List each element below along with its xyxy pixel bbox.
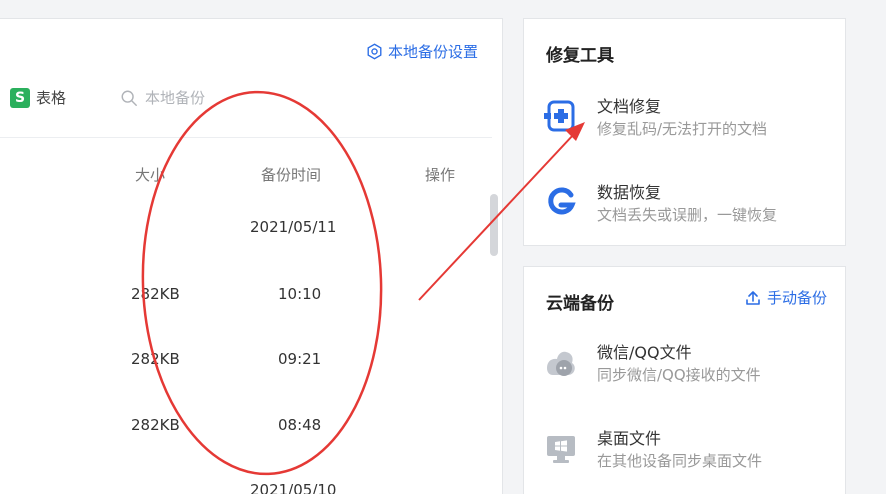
- local-backup-panel: 本地备份设置 S 表格 本地备份 大小 备份时间 操作 2021/05/11 2…: [0, 18, 503, 494]
- row-size: 282KB: [131, 416, 180, 434]
- row-time: 10:10: [278, 285, 322, 303]
- column-header-size: 大小: [135, 166, 166, 184]
- repair-tools-card: 修复工具 文档修复 修复乱码/无法打开的文档 数据恢复 文档丢失或误删，一键恢复: [523, 18, 846, 246]
- data-recovery-item[interactable]: 数据恢复 文档丢失或误删，一键恢复: [544, 179, 834, 233]
- row-time: 09:21: [278, 350, 322, 368]
- repair-tools-title: 修复工具: [546, 46, 614, 66]
- cloud-backup-title: 云端备份: [546, 294, 614, 314]
- data-recovery-title: 数据恢复: [597, 183, 662, 202]
- filter-row: S 表格 本地备份: [0, 87, 502, 115]
- search-input[interactable]: 本地备份: [120, 87, 205, 108]
- column-header-time: 备份时间: [261, 166, 322, 184]
- settings-icon: [367, 43, 382, 60]
- date-group-label: 2021/05/11: [250, 218, 337, 236]
- scrollbar-thumb[interactable]: [490, 194, 498, 256]
- doc-repair-icon: [544, 100, 575, 132]
- data-recovery-desc: 文档丢失或误删，一键恢复: [597, 206, 778, 224]
- row-time: 08:48: [278, 416, 322, 434]
- column-header-op: 操作: [425, 166, 456, 184]
- local-backup-settings-link[interactable]: 本地备份设置: [366, 41, 478, 62]
- desktop-files-title: 桌面文件: [597, 429, 662, 448]
- doc-repair-desc: 修复乱码/无法打开的文档: [597, 120, 768, 138]
- desktop-files-item[interactable]: 桌面文件 在其他设备同步桌面文件: [544, 425, 834, 479]
- cloud-backup-card: 云端备份 手动备份 微信/QQ文件 同步微信/QQ接收的文件 桌面文件 在其他设…: [523, 266, 846, 494]
- wechat-qq-files-desc: 同步微信/QQ接收的文件: [597, 366, 761, 384]
- sheet-filter[interactable]: S 表格: [10, 87, 66, 108]
- search-placeholder: 本地备份: [145, 89, 206, 107]
- desktop-files-desc: 在其他设备同步桌面文件: [597, 452, 763, 470]
- doc-repair-title: 文档修复: [597, 97, 662, 116]
- wechat-qq-files-item[interactable]: 微信/QQ文件 同步微信/QQ接收的文件: [544, 339, 834, 393]
- row-size: 282KB: [131, 285, 180, 303]
- date-group-label: 2021/05/10: [250, 481, 337, 494]
- settings-label: 本地备份设置: [387, 43, 478, 61]
- wechat-qq-files-title: 微信/QQ文件: [597, 343, 692, 362]
- manual-backup-label: 手动备份: [766, 289, 827, 307]
- data-recovery-icon: [548, 187, 576, 215]
- sheet-filter-label: 表格: [36, 89, 67, 107]
- row-size: 282KB: [131, 350, 180, 368]
- chat-icon: [547, 351, 575, 376]
- desktop-icon: [547, 436, 575, 463]
- search-icon: [121, 90, 137, 106]
- upload-icon: [746, 290, 760, 305]
- divider: [0, 137, 492, 138]
- sheet-icon: S: [10, 87, 30, 108]
- manual-backup-button[interactable]: 手动备份: [745, 287, 827, 308]
- doc-repair-item[interactable]: 文档修复 修复乱码/无法打开的文档: [544, 93, 834, 147]
